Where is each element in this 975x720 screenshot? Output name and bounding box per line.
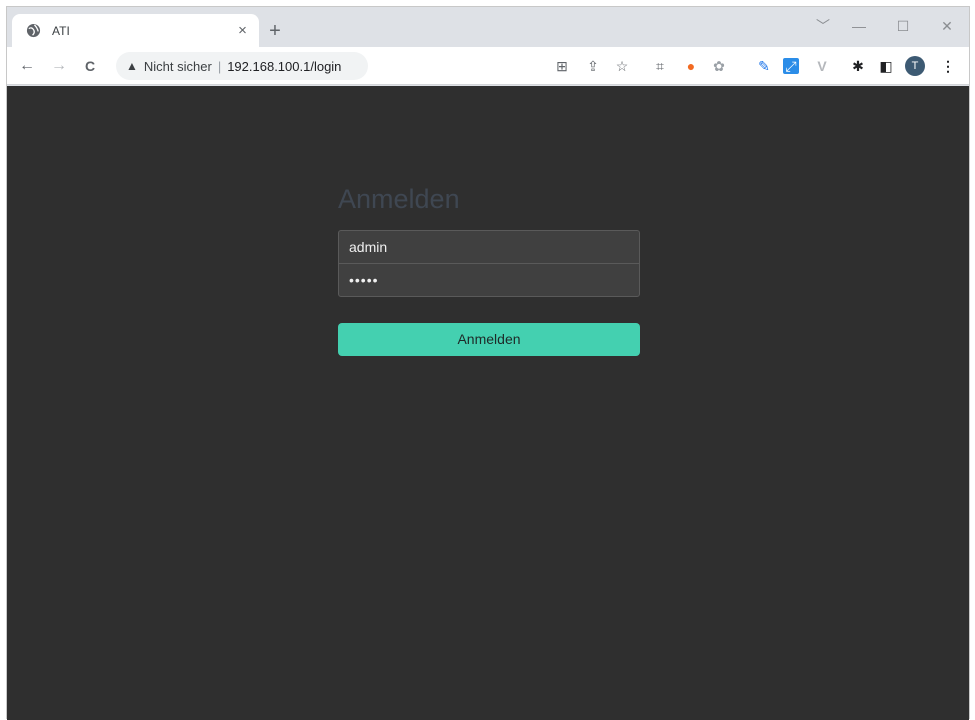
tab-ati[interactable]: ATI × <box>12 14 259 47</box>
warning-icon[interactable]: ▲ <box>126 59 138 73</box>
maximize-button[interactable]: ☐ <box>893 16 913 36</box>
reload-button[interactable]: C <box>80 56 100 76</box>
close-window-button[interactable]: ✕ <box>937 16 957 36</box>
security-label[interactable]: Nicht sicher <box>144 59 212 74</box>
menu-kebab-icon[interactable]: ⋮ <box>939 57 957 75</box>
tab-close-icon[interactable]: × <box>234 22 251 39</box>
orange-extension-icon[interactable]: ● <box>682 57 700 75</box>
back-button[interactable]: ← <box>17 56 37 76</box>
username-field[interactable]: admin <box>338 230 640 264</box>
tab-strip: ATI × + ﹀ — ☐ ✕ <box>7 7 969 47</box>
new-tab-button[interactable]: + <box>265 21 285 41</box>
minimize-button[interactable]: — <box>849 16 869 36</box>
login-title: Anmelden <box>338 184 460 214</box>
password-field[interactable]: ••••• <box>338 263 640 297</box>
omnibox-separator: | <box>217 58 222 74</box>
tab-title: ATI <box>52 23 70 38</box>
blue-extension-icon[interactable]: ⤢ <box>783 58 799 74</box>
share-icon[interactable]: ⇪ <box>584 57 602 75</box>
profile-avatar[interactable]: T <box>905 56 925 76</box>
screenshot-extension-icon[interactable]: ⌗ <box>651 57 669 75</box>
puzzle-extensions-icon[interactable]: ✱ <box>849 57 867 75</box>
forward-button[interactable]: → <box>49 56 69 76</box>
address-bar[interactable]: ▲ Nicht sicher | 192.168.100.1/login <box>116 52 368 80</box>
v-extension-icon[interactable]: V <box>813 57 831 75</box>
bookmark-star-icon[interactable]: ☆ <box>613 57 631 75</box>
gray-extension-icon[interactable]: ✿ <box>710 57 728 75</box>
globe-icon <box>26 23 41 38</box>
login-submit-button[interactable]: Anmelden <box>338 323 640 356</box>
side-panel-icon[interactable]: ◧ <box>877 57 895 75</box>
page-viewport: Anmelden admin ••••• Anmelden <box>7 86 969 720</box>
translate-icon[interactable]: ⊞ <box>553 57 571 75</box>
pen-extension-icon[interactable]: ✎ <box>755 57 773 75</box>
browser-window: ATI × + ﹀ — ☐ ✕ ← → C ▲ Nicht sicher | 1… <box>6 6 970 720</box>
tab-search-chevron-icon[interactable]: ﹀ <box>813 16 833 36</box>
browser-toolbar: ← → C ▲ Nicht sicher | 192.168.100.1/log… <box>7 47 969 85</box>
url-text[interactable]: 192.168.100.1/login <box>227 59 341 74</box>
